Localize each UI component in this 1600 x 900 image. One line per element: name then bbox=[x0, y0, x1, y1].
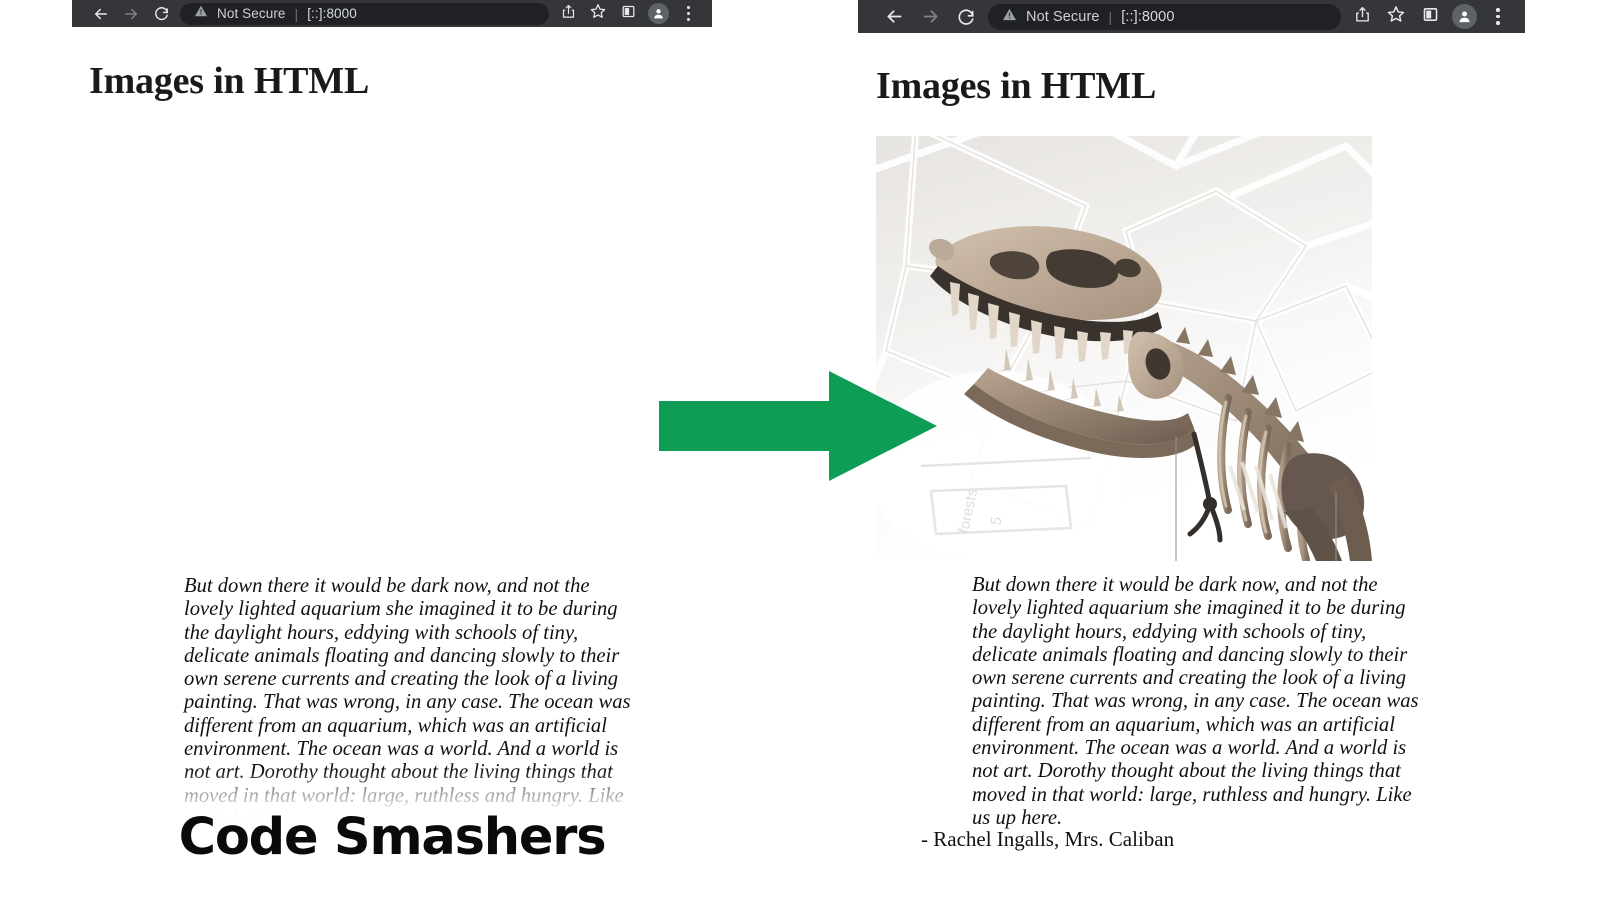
address-bar[interactable]: Not Secure | [::]:8000 bbox=[988, 3, 1341, 30]
warning-triangle-icon bbox=[194, 4, 208, 23]
forward-button[interactable] bbox=[912, 4, 948, 30]
back-button[interactable] bbox=[876, 4, 912, 30]
page-content-before: Images in HTML But down there it would b… bbox=[72, 27, 712, 900]
profile-button[interactable] bbox=[643, 3, 673, 25]
profile-avatar-icon bbox=[647, 3, 669, 24]
browser-pane-before: Not Secure | [::]:8000 Images in HTML Bu… bbox=[72, 0, 712, 900]
side-panel-button[interactable] bbox=[613, 3, 643, 25]
share-button[interactable] bbox=[1345, 4, 1379, 30]
page-content-after: Images in HTML forests 5 But down there … bbox=[858, 33, 1525, 900]
quote-paragraph: But down there it would be dark now, and… bbox=[972, 574, 1419, 829]
omnibox-separator: | bbox=[294, 5, 299, 22]
three-dot-menu-icon bbox=[1496, 8, 1500, 25]
forward-arrow-icon bbox=[920, 6, 941, 27]
back-button[interactable] bbox=[86, 3, 116, 25]
three-dot-menu-icon bbox=[686, 6, 690, 21]
security-status-label: Not Secure bbox=[217, 6, 286, 21]
star-icon bbox=[1387, 5, 1405, 28]
reload-button[interactable] bbox=[146, 3, 176, 25]
back-arrow-icon bbox=[92, 5, 110, 23]
url-text: [::]:8000 bbox=[1121, 8, 1175, 25]
browser-pane-after: Not Secure | [::]:8000 Images in HTML fo… bbox=[858, 0, 1525, 900]
share-button[interactable] bbox=[553, 3, 583, 25]
share-icon bbox=[561, 4, 576, 24]
security-status-label: Not Secure bbox=[1026, 8, 1100, 25]
screenshot-stage: Not Secure | [::]:8000 Images in HTML Bu… bbox=[0, 0, 1600, 900]
address-bar[interactable]: Not Secure | [::]:8000 bbox=[180, 2, 549, 25]
forward-button[interactable] bbox=[116, 3, 146, 25]
profile-button[interactable] bbox=[1447, 4, 1481, 30]
page-title: Images in HTML bbox=[876, 65, 1157, 107]
reload-button[interactable] bbox=[948, 4, 984, 30]
menu-button[interactable] bbox=[673, 3, 703, 25]
menu-button[interactable] bbox=[1481, 4, 1515, 30]
back-arrow-icon bbox=[884, 6, 905, 27]
browser-toolbar: Not Secure | [::]:8000 bbox=[858, 0, 1525, 33]
quote-paragraph: But down there it would be dark now, and… bbox=[184, 575, 631, 830]
quote-attribution: - Rachel Ingalls, Mrs. Caliban bbox=[921, 827, 1175, 851]
profile-avatar-icon bbox=[1451, 4, 1477, 29]
t-rex-skeleton-photo: forests 5 bbox=[876, 136, 1372, 561]
bookmark-button[interactable] bbox=[583, 3, 613, 25]
side-panel-icon bbox=[1422, 6, 1439, 28]
right-arrow-icon bbox=[659, 371, 937, 481]
omnibox-separator: | bbox=[1108, 8, 1113, 25]
watermark-label: Code Smashers bbox=[178, 808, 607, 867]
warning-triangle-icon bbox=[1002, 7, 1017, 27]
share-icon bbox=[1354, 6, 1371, 28]
reload-icon bbox=[956, 7, 976, 27]
side-panel-icon bbox=[621, 4, 636, 24]
bookmark-button[interactable] bbox=[1379, 4, 1413, 30]
url-text: [::]:8000 bbox=[307, 6, 357, 21]
reload-icon bbox=[153, 5, 170, 22]
forward-arrow-icon bbox=[122, 5, 140, 23]
browser-toolbar: Not Secure | [::]:8000 bbox=[72, 0, 712, 27]
page-title: Images in HTML bbox=[89, 60, 370, 102]
star-icon bbox=[590, 3, 606, 24]
side-panel-button[interactable] bbox=[1413, 4, 1447, 30]
